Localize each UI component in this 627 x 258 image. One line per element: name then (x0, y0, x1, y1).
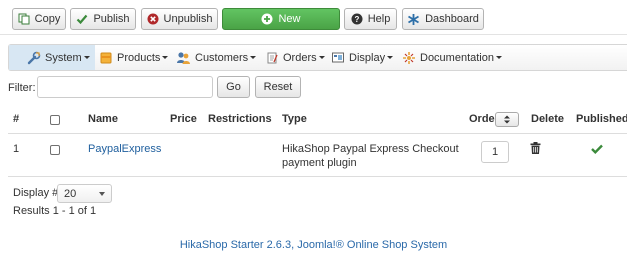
sort-icon (504, 115, 510, 124)
menu-item-orders-label: Orders (283, 51, 317, 64)
menu-item-system-label: System (45, 51, 82, 64)
help-button[interactable]: ? Help (344, 8, 397, 30)
menu-item-display-label: Display (349, 51, 386, 64)
chevron-down-icon (99, 192, 105, 196)
menu-item-customers-label: Customers (195, 51, 249, 64)
wrench-icon (27, 51, 41, 64)
filter-input[interactable] (37, 76, 213, 98)
order-sort-button[interactable] (495, 112, 519, 127)
display-count-select[interactable]: 20 (57, 184, 112, 203)
column-header-published[interactable]: Published (576, 113, 627, 125)
column-header-number: # (13, 113, 20, 125)
published-check-icon[interactable] (591, 144, 603, 154)
go-button-label: Go (226, 81, 241, 93)
row-type-line-2: payment plugin (282, 157, 357, 169)
chevron-down-icon (83, 56, 90, 59)
help-icon: ? (351, 13, 363, 25)
row-number: 1 (13, 143, 20, 155)
plus-icon (261, 13, 273, 25)
main-menubar: System Products Customers Orders Display… (8, 44, 627, 71)
products-icon (100, 52, 112, 63)
filter-label: Filter: (8, 82, 36, 94)
column-header-restrictions: Restrictions (208, 113, 272, 125)
unpublish-icon (147, 13, 159, 25)
new-button[interactable]: New (222, 8, 340, 30)
dashboard-button[interactable]: Dashboard (402, 8, 484, 30)
menu-item-products[interactable]: Products (99, 45, 169, 70)
toolbar-divider (0, 34, 627, 35)
column-header-name[interactable]: Name (88, 113, 118, 125)
menu-item-documentation-label: Documentation (420, 51, 494, 64)
menu-item-customers[interactable]: Customers (176, 45, 257, 70)
menu-item-documentation[interactable]: Documentation (402, 45, 502, 70)
row-type-line-1: HikaShop Paypal Express Checkout (282, 143, 459, 155)
display-count-label: Display # (13, 187, 59, 199)
copy-button-label: Copy (34, 13, 61, 25)
results-summary: Results 1 - 1 of 1 (13, 205, 97, 217)
help-button-label: Help (367, 13, 391, 25)
dashboard-button-label: Dashboard (425, 13, 479, 25)
check-icon (77, 14, 88, 25)
new-button-label: New (278, 13, 301, 25)
select-all-checkbox[interactable] (50, 115, 60, 125)
menu-item-system[interactable]: System (9, 45, 95, 70)
column-header-delete: Delete (531, 113, 565, 125)
menu-item-orders[interactable]: Orders (265, 45, 325, 70)
chevron-down-icon (162, 56, 169, 59)
svg-text:?: ? (354, 15, 359, 24)
copy-button[interactable]: Copy (12, 8, 66, 30)
customers-icon (177, 51, 190, 64)
display-count-value: 20 (64, 188, 77, 200)
row-separator (8, 176, 627, 177)
publish-button-label: Publish (93, 13, 130, 25)
plugin-name-link[interactable]: PaypalExpress (88, 143, 161, 155)
unpublish-button-label: Unpublish (163, 13, 213, 25)
chevron-down-icon (387, 56, 394, 59)
orders-icon (267, 52, 278, 63)
dashboard-icon (408, 13, 420, 25)
chevron-down-icon (250, 56, 257, 59)
chevron-down-icon (496, 56, 502, 59)
documentation-icon (403, 51, 415, 64)
row-checkbox[interactable] (50, 145, 60, 155)
chevron-down-icon (318, 56, 325, 59)
unpublish-button[interactable]: Unpublish (141, 8, 218, 30)
order-input[interactable] (481, 141, 509, 163)
reset-button-label: Reset (263, 81, 293, 93)
copy-icon (18, 13, 30, 25)
menu-item-products-label: Products (117, 51, 161, 64)
publish-button[interactable]: Publish (70, 8, 136, 30)
column-header-price: Price (170, 113, 197, 125)
go-button[interactable]: Go (217, 76, 250, 98)
reset-button[interactable]: Reset (255, 76, 301, 98)
display-icon (332, 52, 344, 62)
header-separator (8, 133, 627, 134)
trash-icon[interactable] (530, 142, 541, 154)
column-header-type[interactable]: Type (282, 113, 307, 125)
menu-item-display[interactable]: Display (331, 45, 394, 70)
footer-text[interactable]: HikaShop Starter 2.6.3, Joomla!® Online … (0, 239, 627, 251)
